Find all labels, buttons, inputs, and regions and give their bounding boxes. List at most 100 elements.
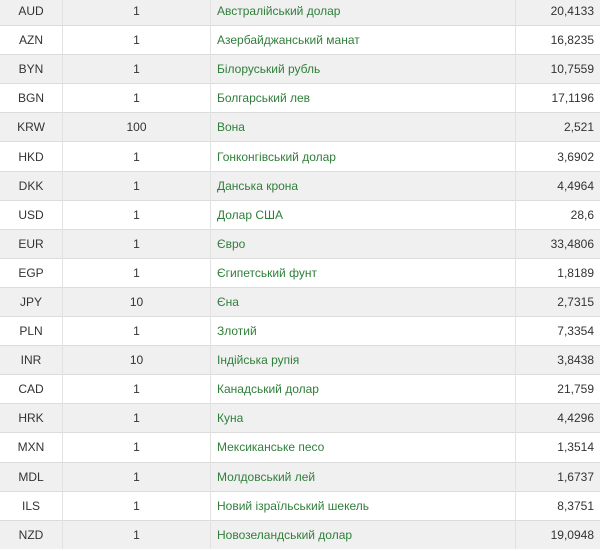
currency-name-cell: Австралійський долар (210, 0, 516, 26)
currency-rate: 1,6737 (515, 461, 600, 492)
currency-rate: 19,0948 (515, 519, 600, 550)
table-row: BYN 1 Білоруський рубль 10,7559 (0, 54, 600, 84)
currency-code: AUD (0, 0, 63, 26)
currency-units: 1 (62, 228, 211, 259)
table-row: CAD 1 Канадський долар 21,759 (0, 374, 600, 404)
currency-rate: 10,7559 (515, 54, 600, 84)
table-row: MDL 1 Молдовський лей 1,6737 (0, 461, 600, 492)
currency-rate: 4,4296 (515, 403, 600, 433)
currency-name-cell: Євро (210, 228, 516, 259)
currency-name-cell: Азербайджанський манат (210, 25, 516, 55)
currency-code: KRW (0, 112, 63, 142)
currency-code: NZD (0, 519, 63, 550)
table-row: INR 10 Індійська рупія 3,8438 (0, 345, 600, 375)
currency-rate: 8,3751 (515, 490, 600, 521)
table-row: BGN 1 Болгарський лев 17,1196 (0, 83, 600, 113)
exchange-rate-table-body: AUD 1 Австралійський долар 20,4133 AZN 1… (0, 0, 600, 550)
currency-rate: 1,3514 (515, 432, 600, 462)
currency-units: 1 (62, 316, 211, 346)
currency-name-link[interactable]: Австралійський долар (217, 4, 340, 18)
currency-name-link[interactable]: Злотий (217, 324, 257, 338)
currency-units: 1 (62, 374, 211, 404)
currency-name-link[interactable]: Данська крона (217, 179, 298, 193)
currency-code: CAD (0, 374, 63, 404)
currency-units: 1 (62, 0, 211, 26)
table-row: PLN 1 Злотий 7,3354 (0, 316, 600, 346)
currency-units: 1 (62, 25, 211, 55)
currency-name-cell: Злотий (210, 316, 516, 346)
currency-code: BYN (0, 54, 63, 84)
currency-name-link[interactable]: Індійська рупія (217, 353, 299, 367)
currency-name-link[interactable]: Євро (217, 237, 245, 251)
currency-name-link[interactable]: Єна (217, 295, 239, 309)
currency-rate: 20,4133 (515, 0, 600, 26)
currency-rate: 16,8235 (515, 25, 600, 55)
table-row: HRK 1 Куна 4,4296 (0, 403, 600, 433)
currency-units: 1 (62, 490, 211, 521)
currency-code: EGP (0, 257, 63, 288)
currency-units: 1 (62, 141, 211, 172)
currency-name-cell: Данська крона (210, 170, 516, 201)
currency-name-link[interactable]: Єгипетський фунт (217, 266, 317, 280)
currency-name-link[interactable]: Мексиканське песо (217, 440, 324, 454)
currency-units: 10 (62, 286, 211, 317)
currency-name-cell: Канадський долар (210, 374, 516, 404)
currency-name-link[interactable]: Куна (217, 411, 243, 425)
currency-code: EUR (0, 228, 63, 259)
currency-name-link[interactable]: Новозеландський долар (217, 528, 352, 542)
currency-name-cell: Єгипетський фунт (210, 257, 516, 288)
table-row: JPY 10 Єна 2,7315 (0, 286, 600, 317)
currency-rate: 7,3354 (515, 316, 600, 346)
currency-name-link[interactable]: Болгарський лев (217, 91, 310, 105)
currency-rate: 17,1196 (515, 83, 600, 113)
currency-name-link[interactable]: Вона (217, 120, 245, 134)
currency-rate: 3,8438 (515, 345, 600, 375)
currency-code: BGN (0, 83, 63, 113)
table-row: HKD 1 Гонконгівський долар 3,6902 (0, 141, 600, 172)
currency-name-cell: Єна (210, 286, 516, 317)
currency-name-cell: Долар США (210, 199, 516, 230)
currency-rate: 2,521 (515, 112, 600, 142)
currency-name-link[interactable]: Азербайджанський манат (217, 33, 360, 47)
currency-units: 1 (62, 403, 211, 433)
currency-name-link[interactable]: Білоруський рубль (217, 62, 320, 76)
currency-rate: 4,4964 (515, 170, 600, 201)
currency-units: 1 (62, 199, 211, 230)
currency-rate: 21,759 (515, 374, 600, 404)
table-row: EGP 1 Єгипетський фунт 1,8189 (0, 257, 600, 288)
currency-name-cell: Гонконгівський долар (210, 141, 516, 172)
currency-code: DKK (0, 170, 63, 201)
table-row: EUR 1 Євро 33,4806 (0, 228, 600, 259)
currency-name-link[interactable]: Молдовський лей (217, 470, 315, 484)
currency-units: 10 (62, 345, 211, 375)
currency-units: 1 (62, 257, 211, 288)
currency-name-cell: Новозеландський долар (210, 519, 516, 550)
currency-name-cell: Вона (210, 112, 516, 142)
currency-units: 1 (62, 519, 211, 550)
table-row: AUD 1 Австралійський долар 20,4133 (0, 0, 600, 26)
currency-units: 1 (62, 432, 211, 462)
currency-name-cell: Білоруський рубль (210, 54, 516, 84)
table-row: AZN 1 Азербайджанський манат 16,8235 (0, 25, 600, 55)
currency-code: INR (0, 345, 63, 375)
currency-name-link[interactable]: Гонконгівський долар (217, 150, 336, 164)
currency-name-cell: Індійська рупія (210, 345, 516, 375)
table-row: MXN 1 Мексиканське песо 1,3514 (0, 432, 600, 462)
currency-units: 1 (62, 170, 211, 201)
table-row: USD 1 Долар США 28,6 (0, 199, 600, 230)
currency-name-cell: Мексиканське песо (210, 432, 516, 462)
currency-units: 1 (62, 461, 211, 492)
currency-name-cell: Болгарський лев (210, 83, 516, 113)
currency-name-cell: Новий ізраїльський шекель (210, 490, 516, 521)
currency-name-link[interactable]: Долар США (217, 208, 283, 222)
currency-code: ILS (0, 490, 63, 521)
currency-code: JPY (0, 286, 63, 317)
currency-rate: 3,6902 (515, 141, 600, 172)
currency-rate: 2,7315 (515, 286, 600, 317)
currency-code: PLN (0, 316, 63, 346)
currency-name-link[interactable]: Канадський долар (217, 382, 319, 396)
currency-name-link[interactable]: Новий ізраїльський шекель (217, 499, 369, 513)
currency-code: HRK (0, 403, 63, 433)
currency-code: HKD (0, 141, 63, 172)
currency-units: 1 (62, 54, 211, 84)
